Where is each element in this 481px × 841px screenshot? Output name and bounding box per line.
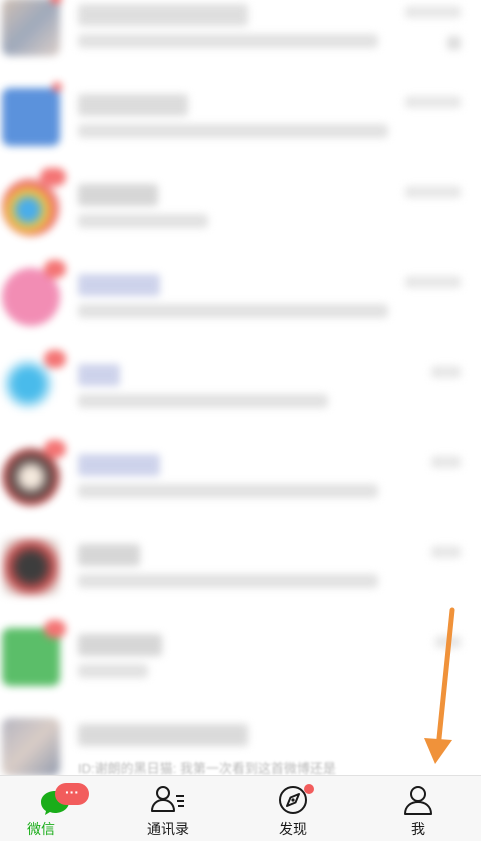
chat-avatar xyxy=(2,718,60,776)
chat-time xyxy=(405,276,461,288)
chat-row[interactable] xyxy=(0,610,481,700)
unread-badge xyxy=(44,440,66,458)
chat-preview xyxy=(78,664,148,678)
tab-chats[interactable]: ··· 微信 xyxy=(0,776,120,841)
chat-title xyxy=(78,184,158,206)
tab-discover[interactable]: 发现 xyxy=(233,776,353,841)
chat-preview xyxy=(78,34,378,48)
tab-label: 我 xyxy=(411,821,425,837)
mute-icon xyxy=(447,36,461,50)
chat-row[interactable] xyxy=(0,70,481,160)
chat-title xyxy=(78,364,120,386)
chat-row[interactable] xyxy=(0,430,481,520)
chat-title xyxy=(78,4,248,26)
person-icon xyxy=(402,784,434,821)
chat-preview xyxy=(78,574,378,588)
chat-preview xyxy=(78,484,378,498)
chat-time xyxy=(405,96,461,108)
chat-time xyxy=(405,186,461,198)
chat-time xyxy=(431,546,461,558)
chat-title xyxy=(78,454,160,476)
chat-time xyxy=(431,456,461,468)
chat-title xyxy=(78,94,188,116)
chat-row[interactable] xyxy=(0,520,481,610)
chat-avatar xyxy=(2,538,60,596)
unread-badge xyxy=(40,168,66,186)
chat-time xyxy=(431,366,461,378)
chat-row[interactable] xyxy=(0,160,481,250)
unread-dot xyxy=(52,82,62,92)
chat-preview xyxy=(78,394,328,408)
chat-row[interactable] xyxy=(0,340,481,430)
bottom-tab-bar: ··· 微信 通讯录 发现 我 xyxy=(0,775,481,841)
tab-label: 发现 xyxy=(279,821,307,837)
chat-time xyxy=(435,636,461,648)
unread-badge xyxy=(44,350,66,368)
chat-avatar xyxy=(2,0,60,56)
contacts-icon xyxy=(150,784,186,819)
tab-contacts[interactable]: 通讯录 xyxy=(108,776,228,841)
chat-row[interactable] xyxy=(0,0,481,70)
chat-row[interactable] xyxy=(0,250,481,340)
chat-avatar xyxy=(2,88,60,146)
chat-preview xyxy=(78,124,388,138)
chat-preview xyxy=(78,304,388,318)
chat-time xyxy=(405,6,461,18)
chat-title xyxy=(78,634,162,656)
tab-label: 微信 xyxy=(27,821,55,837)
chat-list[interactable] xyxy=(0,0,481,780)
chat-title xyxy=(78,724,248,746)
tab-me[interactable]: 我 xyxy=(358,776,478,841)
chat-title xyxy=(78,274,160,296)
wechat-screen: ID:谢朗的黑日猫: 我第一次看到这首微博还是 ··· 微信 通讯录 发现 我 xyxy=(0,0,481,841)
chat-title xyxy=(78,544,140,566)
unread-badge: ··· xyxy=(55,783,89,805)
chat-avatar xyxy=(2,178,60,236)
unread-badge xyxy=(44,260,66,278)
new-dot xyxy=(304,784,314,794)
chat-preview xyxy=(78,214,208,228)
unread-badge xyxy=(44,620,66,638)
tab-label: 通讯录 xyxy=(147,821,189,837)
